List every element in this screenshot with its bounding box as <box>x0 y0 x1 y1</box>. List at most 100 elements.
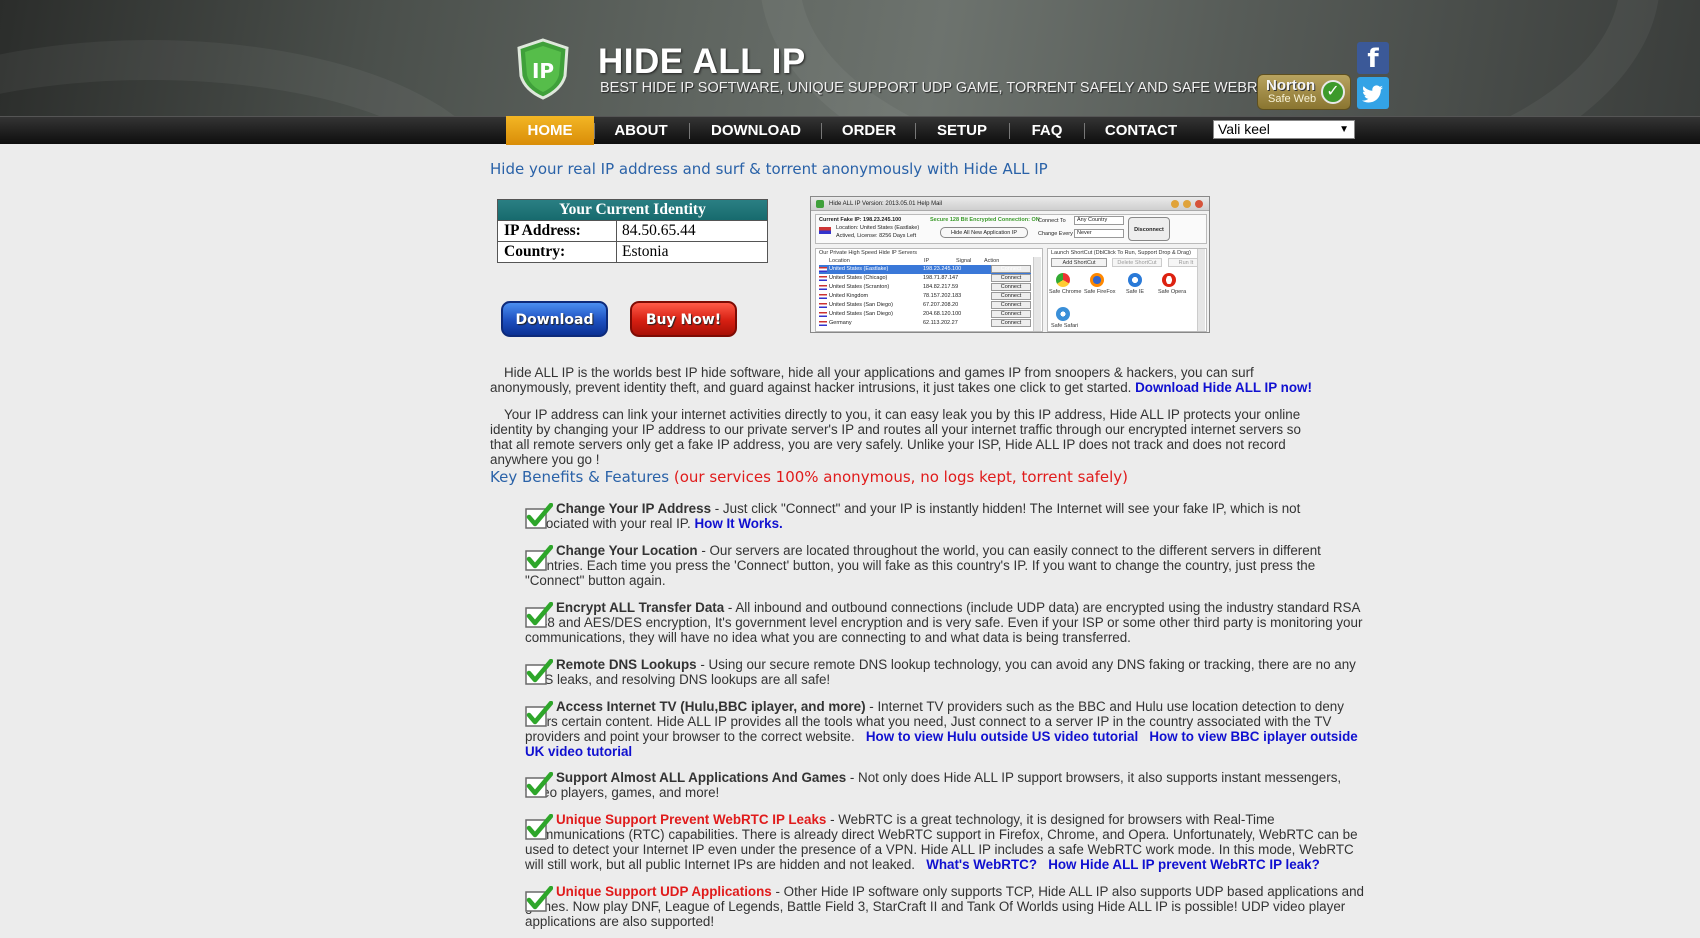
identity-title: Your Current Identity <box>498 200 767 220</box>
connect-button[interactable]: Connect <box>991 283 1031 291</box>
flag-icon <box>819 312 827 317</box>
intro-paragraph-1: Hide ALL IP is the worlds best IP hide s… <box>490 365 1320 395</box>
flag-icon <box>819 276 827 281</box>
page-heading: Hide your real IP address and surf & tor… <box>490 160 1048 178</box>
connect-button[interactable]: Connect <box>991 319 1031 327</box>
col-ip: IP <box>924 258 930 264</box>
connect-button[interactable]: Connect <box>991 310 1031 318</box>
server-row[interactable]: United States (San Diego) 67.207.208.20 … <box>819 301 1031 310</box>
checkmark-icon <box>525 886 553 912</box>
feature-item: Access Internet TV (Hulu,BBC iplayer, an… <box>525 699 1367 759</box>
col-location: Location <box>829 258 850 264</box>
flag-icon <box>819 321 827 326</box>
feature-text: Access Internet TV (Hulu,BBC iplayer, an… <box>525 699 1367 759</box>
feature-title: Access Internet TV (Hulu,BBC iplayer, an… <box>556 699 866 714</box>
server-location: United States (San Diego) <box>829 311 893 317</box>
server-location: Germany <box>829 320 852 326</box>
checkmark-icon <box>525 772 553 798</box>
connect-button[interactable]: Connect <box>991 292 1031 300</box>
scrollbar[interactable] <box>1197 249 1205 331</box>
flag-icon <box>819 227 831 234</box>
firefox-icon[interactable] <box>1090 273 1104 287</box>
app-title: Hide ALL IP Version: 2013.05.01 Help Mai… <box>829 201 943 207</box>
country-label: Country: <box>504 243 566 260</box>
chrome-icon[interactable] <box>1056 273 1070 287</box>
checkmark-icon <box>525 503 553 529</box>
server-ip: 62.113.202.27 <box>923 320 958 326</box>
app-screenshot[interactable]: Hide ALL IP Version: 2013.05.01 Help Mai… <box>810 196 1210 333</box>
app-location: Location: United States (Eastlake) <box>836 225 920 231</box>
checkmark-icon <box>525 814 553 840</box>
checkmark-icon <box>525 659 553 685</box>
benefits-note: (our services 100% anonymous, no logs ke… <box>673 468 1129 486</box>
current-identity-table: Your Current Identity IP Address: 84.50.… <box>497 199 768 263</box>
shortcut-label: Safe Chrome <box>1049 289 1082 295</box>
main-content: Hide your real IP address and surf & tor… <box>0 0 1700 938</box>
intro-paragraph-2: Your IP address can link your internet a… <box>490 407 1301 467</box>
minimize-icon <box>1171 200 1179 208</box>
server-ip: 198.23.245.100 <box>923 266 962 272</box>
safari-icon[interactable] <box>1056 307 1070 321</box>
hulu-tutorial-link[interactable]: How to view Hulu outside US video tutori… <box>866 729 1138 744</box>
download-now-link[interactable]: Download Hide ALL IP now! <box>1135 380 1312 395</box>
feature-item: Remote DNS Lookups - Using our secure re… <box>525 657 1367 687</box>
how-it-works-link[interactable]: How It Works. <box>694 516 782 531</box>
shortcut-label: Safe IE <box>1126 289 1145 295</box>
shortcut-title: Launch ShortCut (DblClick To Run, Suppor… <box>1051 250 1191 256</box>
buy-now-button[interactable]: Buy Now! <box>630 301 737 337</box>
server-list-panel: Our Private High Speed Hide IP Servers L… <box>815 248 1043 332</box>
server-ip: 78.157.202.183 <box>923 293 962 299</box>
whats-webrtc-link[interactable]: What's WebRTC? <box>926 857 1037 872</box>
ie-icon[interactable] <box>1128 273 1142 287</box>
flag-icon <box>819 303 827 308</box>
checkmark-icon <box>525 701 553 727</box>
feature-title: Change Your Location <box>556 543 698 558</box>
server-location: United States (San Diego) <box>829 302 893 308</box>
connect-button[interactable]: Connect <box>991 274 1031 282</box>
connect-button[interactable]: Connect <box>991 301 1031 309</box>
server-row[interactable]: United States (San Diego) 204.68.120.100… <box>819 310 1031 319</box>
server-row[interactable]: United States (Eastlake) 198.23.245.100 … <box>819 265 1031 274</box>
delete-shortcut-button[interactable]: Delete ShortCut <box>1112 258 1162 267</box>
identity-country-row: Country: Estonia <box>498 241 767 262</box>
change-every-label: Change Every <box>1038 231 1073 237</box>
change-every-select[interactable]: Never <box>1074 229 1124 238</box>
hide-all-new-app-button[interactable]: Hide All New Application IP <box>940 227 1028 238</box>
disconnect-button[interactable]: Disconnect <box>1128 217 1170 241</box>
feature-item: Support Almost ALL Applications And Game… <box>525 770 1367 800</box>
webrtc-leak-link[interactable]: How Hide ALL IP prevent WebRTC IP leak? <box>1048 857 1320 872</box>
country-value: Estonia <box>622 243 669 260</box>
shortcut-label: Safe Opera <box>1158 289 1187 295</box>
connect-to-select[interactable]: Any Country <box>1074 216 1124 225</box>
feature-title: Unique Support Prevent WebRTC IP Leaks <box>556 812 827 827</box>
server-location: United States (Scranton) <box>829 284 890 290</box>
benefits-heading-text: Key Benefits & Features <box>490 468 670 486</box>
server-row[interactable]: United States (Scranton) 184.82.217.59 C… <box>819 283 1031 292</box>
server-row[interactable]: United States (Chicago) 198.71.87.147 Co… <box>819 274 1031 283</box>
connect-button[interactable]: Connect <box>991 265 1031 273</box>
scrollbar[interactable] <box>1033 257 1041 331</box>
cell-divider <box>616 221 617 241</box>
flag-icon <box>819 285 827 290</box>
flag-icon <box>819 294 827 299</box>
maximize-icon <box>1183 200 1191 208</box>
ip-label: IP Address: <box>504 222 581 239</box>
feature-title: Change Your IP Address <box>556 501 712 516</box>
app-license: Actived, License: 8256 Days Left <box>836 233 917 239</box>
server-location: United Kingdom <box>829 293 869 299</box>
server-row[interactable]: United Kingdom 78.157.202.183 Connect <box>819 292 1031 301</box>
server-list-title: Our Private High Speed Hide IP Servers <box>819 250 918 256</box>
feature-item: Unique Support UDP Applications - Other … <box>525 884 1367 929</box>
feature-text: Unique Support UDP Applications - Other … <box>525 884 1367 929</box>
server-ip: 184.82.217.59 <box>923 284 959 290</box>
server-row[interactable]: Germany 62.113.202.27 Connect <box>819 319 1031 328</box>
feature-item: Change Your Location - Our servers are l… <box>525 543 1367 588</box>
col-signal: Signal <box>956 258 972 264</box>
app-secure-note: Secure 128 Bit Encrypted Connection: ON <box>930 217 1040 223</box>
feature-item: Encrypt ALL Transfer Data - All inbound … <box>525 600 1367 645</box>
opera-icon[interactable] <box>1162 273 1176 287</box>
add-shortcut-button[interactable]: Add ShortCut <box>1051 258 1107 267</box>
download-button[interactable]: Download <box>501 301 608 337</box>
feature-title: Support Almost ALL Applications And Game… <box>556 770 847 785</box>
identity-ip-row: IP Address: 84.50.65.44 <box>498 220 767 241</box>
